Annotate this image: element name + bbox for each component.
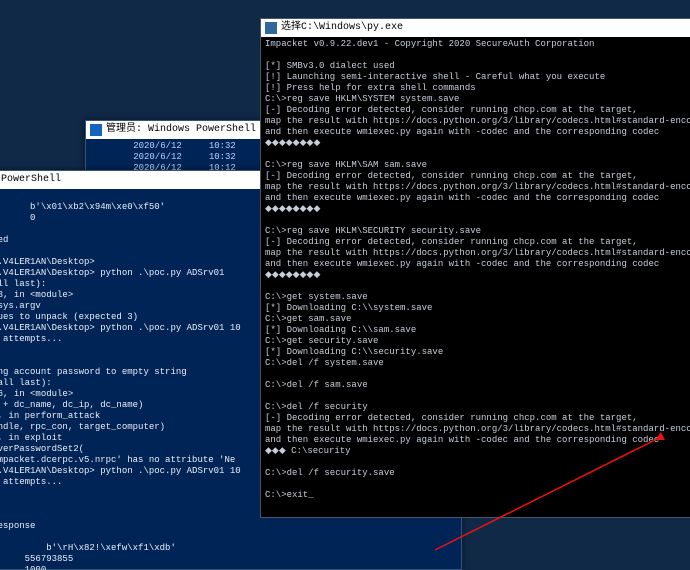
- ps-mid-title: 管理员: Windows PowerShell: [106, 121, 256, 139]
- powershell-icon: [90, 124, 102, 136]
- ps-left-title: 管理员: Windows PowerShell: [0, 171, 61, 189]
- py-window[interactable]: 选择C:\Windows\py.exe Impacket v0.9.22.dev…: [260, 18, 690, 518]
- python-icon: [265, 22, 277, 34]
- py-body: Impacket v0.9.22.dev1 - Copyright 2020 S…: [261, 37, 690, 503]
- py-titlebar[interactable]: 选择C:\Windows\py.exe: [261, 19, 690, 37]
- ps-mid-titlebar[interactable]: 管理员: Windows PowerShell: [86, 121, 261, 139]
- py-title: 选择C:\Windows\py.exe: [281, 19, 403, 37]
